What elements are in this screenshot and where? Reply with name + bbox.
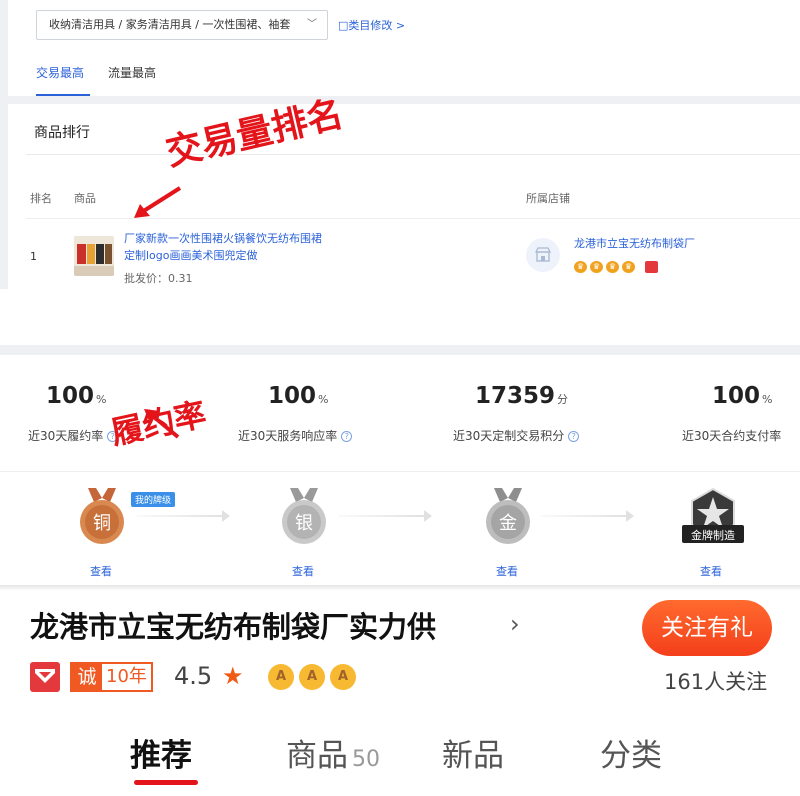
crown-icon: ♛	[606, 261, 619, 273]
stat-label: 近30天合约支付率	[682, 429, 782, 443]
stat-points-label: 近30天定制交易积分?	[453, 419, 580, 444]
active-tab-underline	[36, 94, 90, 96]
tmall-badge-icon	[645, 261, 658, 273]
stat-response-label: 近30天服务响应率?	[238, 419, 353, 444]
tab-trade-highest[interactable]: 交易最高	[36, 64, 84, 81]
view-gold-manufacture-link[interactable]: 查看	[700, 563, 722, 579]
follow-button[interactable]: 关注有礼	[642, 600, 772, 656]
stat-points: 17359 分	[475, 383, 568, 409]
grade-badge-icon: A	[268, 664, 294, 690]
shop-rating: 4.5	[174, 662, 213, 690]
view-silver-link[interactable]: 查看	[292, 563, 314, 579]
help-icon[interactable]: ?	[568, 431, 580, 442]
tab-label: 商品	[286, 738, 348, 774]
product-price: 批发价：0.31	[124, 272, 193, 285]
grade-badge-icon: A	[299, 664, 325, 690]
tab-recommend[interactable]: 推荐	[130, 730, 192, 775]
arrow-right-icon	[626, 510, 634, 522]
header-product: 商品	[74, 192, 96, 205]
crown-icon: ♛	[590, 261, 603, 273]
follower-count: 161人关注	[664, 670, 768, 694]
tab-count: 50	[352, 747, 380, 772]
tab-label: 推荐	[130, 738, 192, 774]
divider	[26, 154, 800, 155]
crown-rating: ♛ ♛ ♛ ♛	[574, 261, 635, 273]
svg-text:金牌制造: 金牌制造	[691, 528, 735, 542]
tmall-logo-icon	[30, 662, 60, 692]
category-select[interactable]: 收纳清洁用具 / 家务清洁用具 / 一次性围裙、袖套 ﹀	[36, 10, 328, 40]
grade-badge-icon: A	[330, 664, 356, 690]
stat-label: 近30天定制交易积分	[453, 429, 565, 443]
view-gold-link[interactable]: 查看	[496, 563, 518, 579]
view-bronze-link[interactable]: 查看	[90, 563, 112, 579]
svg-text:金: 金	[499, 513, 517, 534]
section-title: 商品排行	[34, 125, 90, 141]
silver-medal-icon: 银	[274, 488, 334, 545]
performance-panel: 100% 近30天履约率? 100% 近30天服务响应率? 17359 分 近30…	[0, 345, 800, 591]
product-ranking-box: 商品排行 排名 商品 所属店铺 1 厂家新款一次性围裙火锅餐饮无纺布围裙定制lo…	[8, 104, 800, 289]
aaa-badges: A A A	[268, 664, 356, 690]
progress-arrow	[136, 515, 222, 517]
stat-value: 100	[46, 383, 95, 409]
shop-icon	[526, 238, 560, 272]
shop-title[interactable]: 龙港市立宝无纺布制袋厂实力供	[30, 604, 436, 646]
stat-response: 100%	[268, 383, 328, 409]
my-level-tag: 我的牌级	[131, 492, 176, 507]
stat-fulfillment-label: 近30天履约率?	[28, 419, 119, 444]
rank-panel: 收纳清洁用具 / 家务清洁用具 / 一次性围裙、袖套 ﹀ □类目修改 > 交易最…	[0, 0, 800, 289]
bronze-medal-icon: 铜	[72, 488, 132, 545]
category-path: 收纳清洁用具 / 家务清洁用具 / 一次性围裙、袖套	[49, 18, 291, 31]
chevron-right-icon[interactable]: ›	[510, 610, 520, 638]
gold-manufacture-icon: 金牌制造	[680, 487, 746, 545]
integrity-years: 10年	[106, 666, 147, 687]
stat-unit: 分	[557, 393, 569, 406]
shop-name-link[interactable]: 龙港市立宝无纺布制袋厂	[574, 235, 695, 251]
rank-number: 1	[30, 250, 37, 263]
crown-icon: ♛	[622, 261, 635, 273]
header-shop: 所属店铺	[526, 192, 570, 205]
shop-header-panel: 龙港市立宝无纺布制袋厂实力供 › 关注有礼 161人关注 诚 10年 4.5 ★…	[0, 590, 800, 796]
rank-header: 收纳清洁用具 / 家务清洁用具 / 一次性围裙、袖套 ﹀ □类目修改 > 交易最…	[8, 0, 800, 96]
product-thumbnail[interactable]	[74, 236, 114, 276]
tab-products[interactable]: 商品 50	[286, 730, 380, 775]
tab-category[interactable]: 分类	[600, 730, 662, 775]
tab-label: 新品	[442, 738, 504, 774]
integrity-badge: 诚 10年	[70, 662, 153, 692]
active-tab-underline	[134, 780, 198, 785]
stat-unit: %	[96, 393, 107, 406]
tab-traffic-highest[interactable]: 流量最高	[108, 64, 156, 81]
crown-icon: ♛	[574, 261, 587, 273]
gold-medal-icon: 金	[478, 488, 538, 545]
stat-value: 100	[268, 383, 317, 409]
stat-value: 17359	[475, 383, 556, 409]
divider	[0, 471, 800, 472]
star-icon: ★	[222, 662, 244, 690]
stat-unit: %	[762, 393, 773, 406]
progress-arrow	[540, 515, 626, 517]
stat-value: 100	[712, 383, 761, 409]
stat-label: 近30天履约率	[28, 429, 104, 443]
stat-payment-label: 近30天合约支付率	[682, 419, 781, 444]
help-icon[interactable]: ?	[341, 431, 353, 442]
product-name-link[interactable]: 厂家新款一次性围裙火锅餐饮无纺布围裙定制logo画画美术围兜定做	[124, 230, 324, 264]
header-rank: 排名	[30, 192, 52, 205]
stat-fulfillment: 100%	[46, 383, 106, 409]
progress-arrow	[338, 515, 424, 517]
svg-text:银: 银	[295, 513, 313, 534]
stat-label: 近30天服务响应率	[238, 429, 338, 443]
tab-label: 分类	[600, 738, 662, 774]
stat-payment: 100%	[712, 383, 772, 409]
tab-new[interactable]: 新品	[442, 730, 504, 775]
stat-unit: %	[318, 393, 329, 406]
arrow-right-icon	[424, 510, 432, 522]
arrow-right-icon	[222, 510, 230, 522]
category-edit-link[interactable]: □类目修改 >	[338, 17, 405, 33]
svg-text:铜: 铜	[93, 513, 111, 534]
integrity-char: 诚	[72, 664, 102, 690]
annotation-arrow-icon	[134, 186, 182, 218]
chevron-down-icon: ﹀	[307, 19, 317, 30]
